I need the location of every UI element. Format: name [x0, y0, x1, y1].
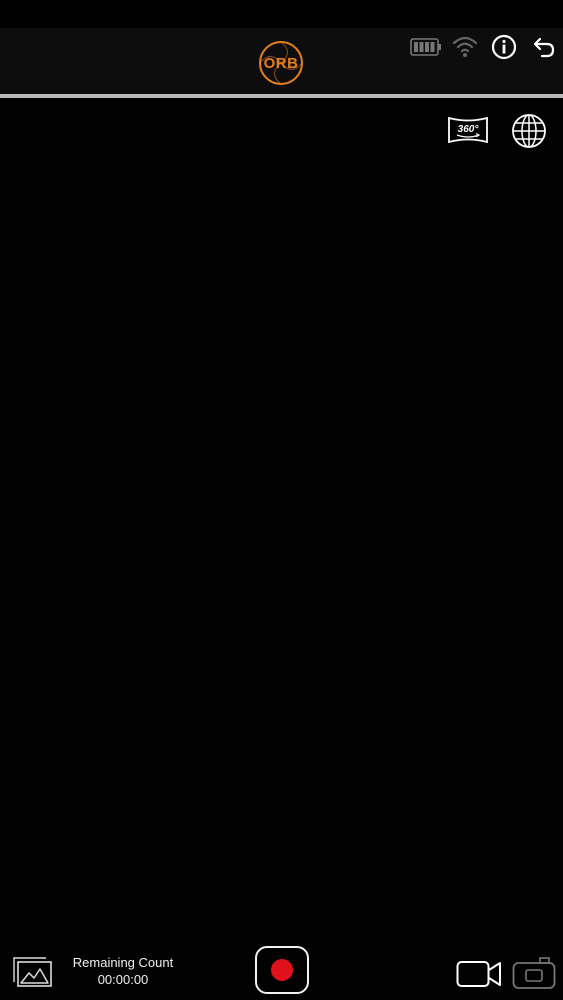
remaining-count-time: 00:00:00 — [97, 972, 149, 987]
battery-icon — [410, 38, 442, 56]
orb-logo: ORB — [258, 40, 304, 86]
info-icon[interactable] — [491, 34, 517, 60]
gallery-icon[interactable] — [13, 956, 53, 988]
camera-preview[interactable] — [0, 98, 563, 938]
wifi-icon — [452, 34, 478, 58]
panorama-360-icon[interactable]: 360° — [447, 115, 489, 145]
remaining-count: Remaining Count 00:00:00 — [60, 954, 186, 988]
globe-icon[interactable] — [511, 113, 547, 149]
remaining-count-label: Remaining Count — [72, 955, 174, 970]
record-button[interactable] — [255, 946, 309, 994]
photo-mode-icon[interactable] — [512, 956, 556, 990]
back-icon[interactable] — [530, 34, 556, 60]
record-dot-icon — [271, 959, 293, 981]
status-bar — [0, 0, 563, 28]
logo-text: ORB — [263, 54, 299, 72]
video-mode-icon[interactable] — [456, 958, 502, 990]
